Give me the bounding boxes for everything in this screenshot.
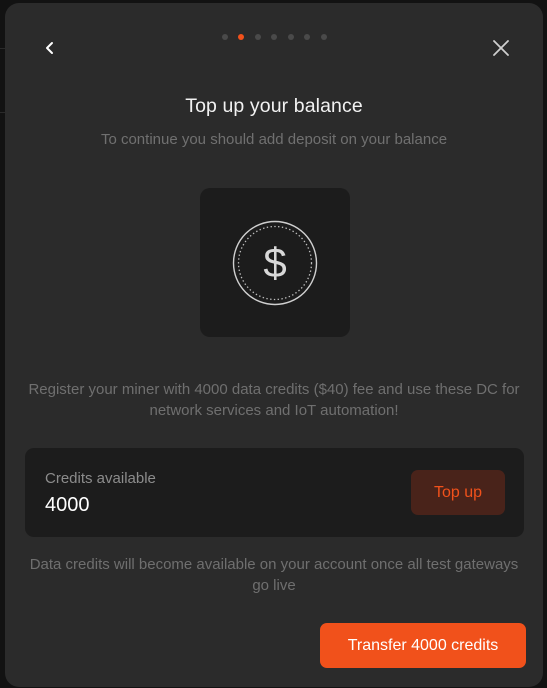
step-dot xyxy=(221,34,228,40)
step-dot xyxy=(304,34,310,40)
step-dot xyxy=(320,34,327,40)
modal-subtitle: To continue you should add deposit on yo… xyxy=(100,131,448,148)
step-dot xyxy=(287,34,294,40)
top-up-button[interactable]: Top up xyxy=(411,470,505,515)
credits-label: Credits available xyxy=(45,470,156,487)
availability-note: Data credits will become available on yo… xyxy=(29,556,519,594)
close-icon xyxy=(493,40,509,56)
dollar-coin-icon: $ xyxy=(232,220,318,305)
credits-card: Credits available 4000 Top up xyxy=(25,448,524,537)
back-button[interactable] xyxy=(39,37,61,59)
step-dot-active xyxy=(238,34,244,40)
credits-value: 4000 xyxy=(45,494,90,516)
description-text: Register your miner with 4000 data credi… xyxy=(28,381,520,419)
coin-symbol: $ xyxy=(263,239,286,286)
step-dot xyxy=(254,34,261,40)
step-dot xyxy=(271,34,277,40)
step-indicator xyxy=(5,34,543,40)
chevron-left-icon xyxy=(46,42,53,54)
close-button[interactable] xyxy=(489,36,513,60)
transfer-credits-button[interactable]: Transfer 4000 credits xyxy=(320,623,526,668)
modal-title: Top up your balance xyxy=(185,95,363,117)
coin-illustration: $ xyxy=(200,188,350,337)
top-up-modal: Top up your balance To continue you shou… xyxy=(5,3,543,687)
